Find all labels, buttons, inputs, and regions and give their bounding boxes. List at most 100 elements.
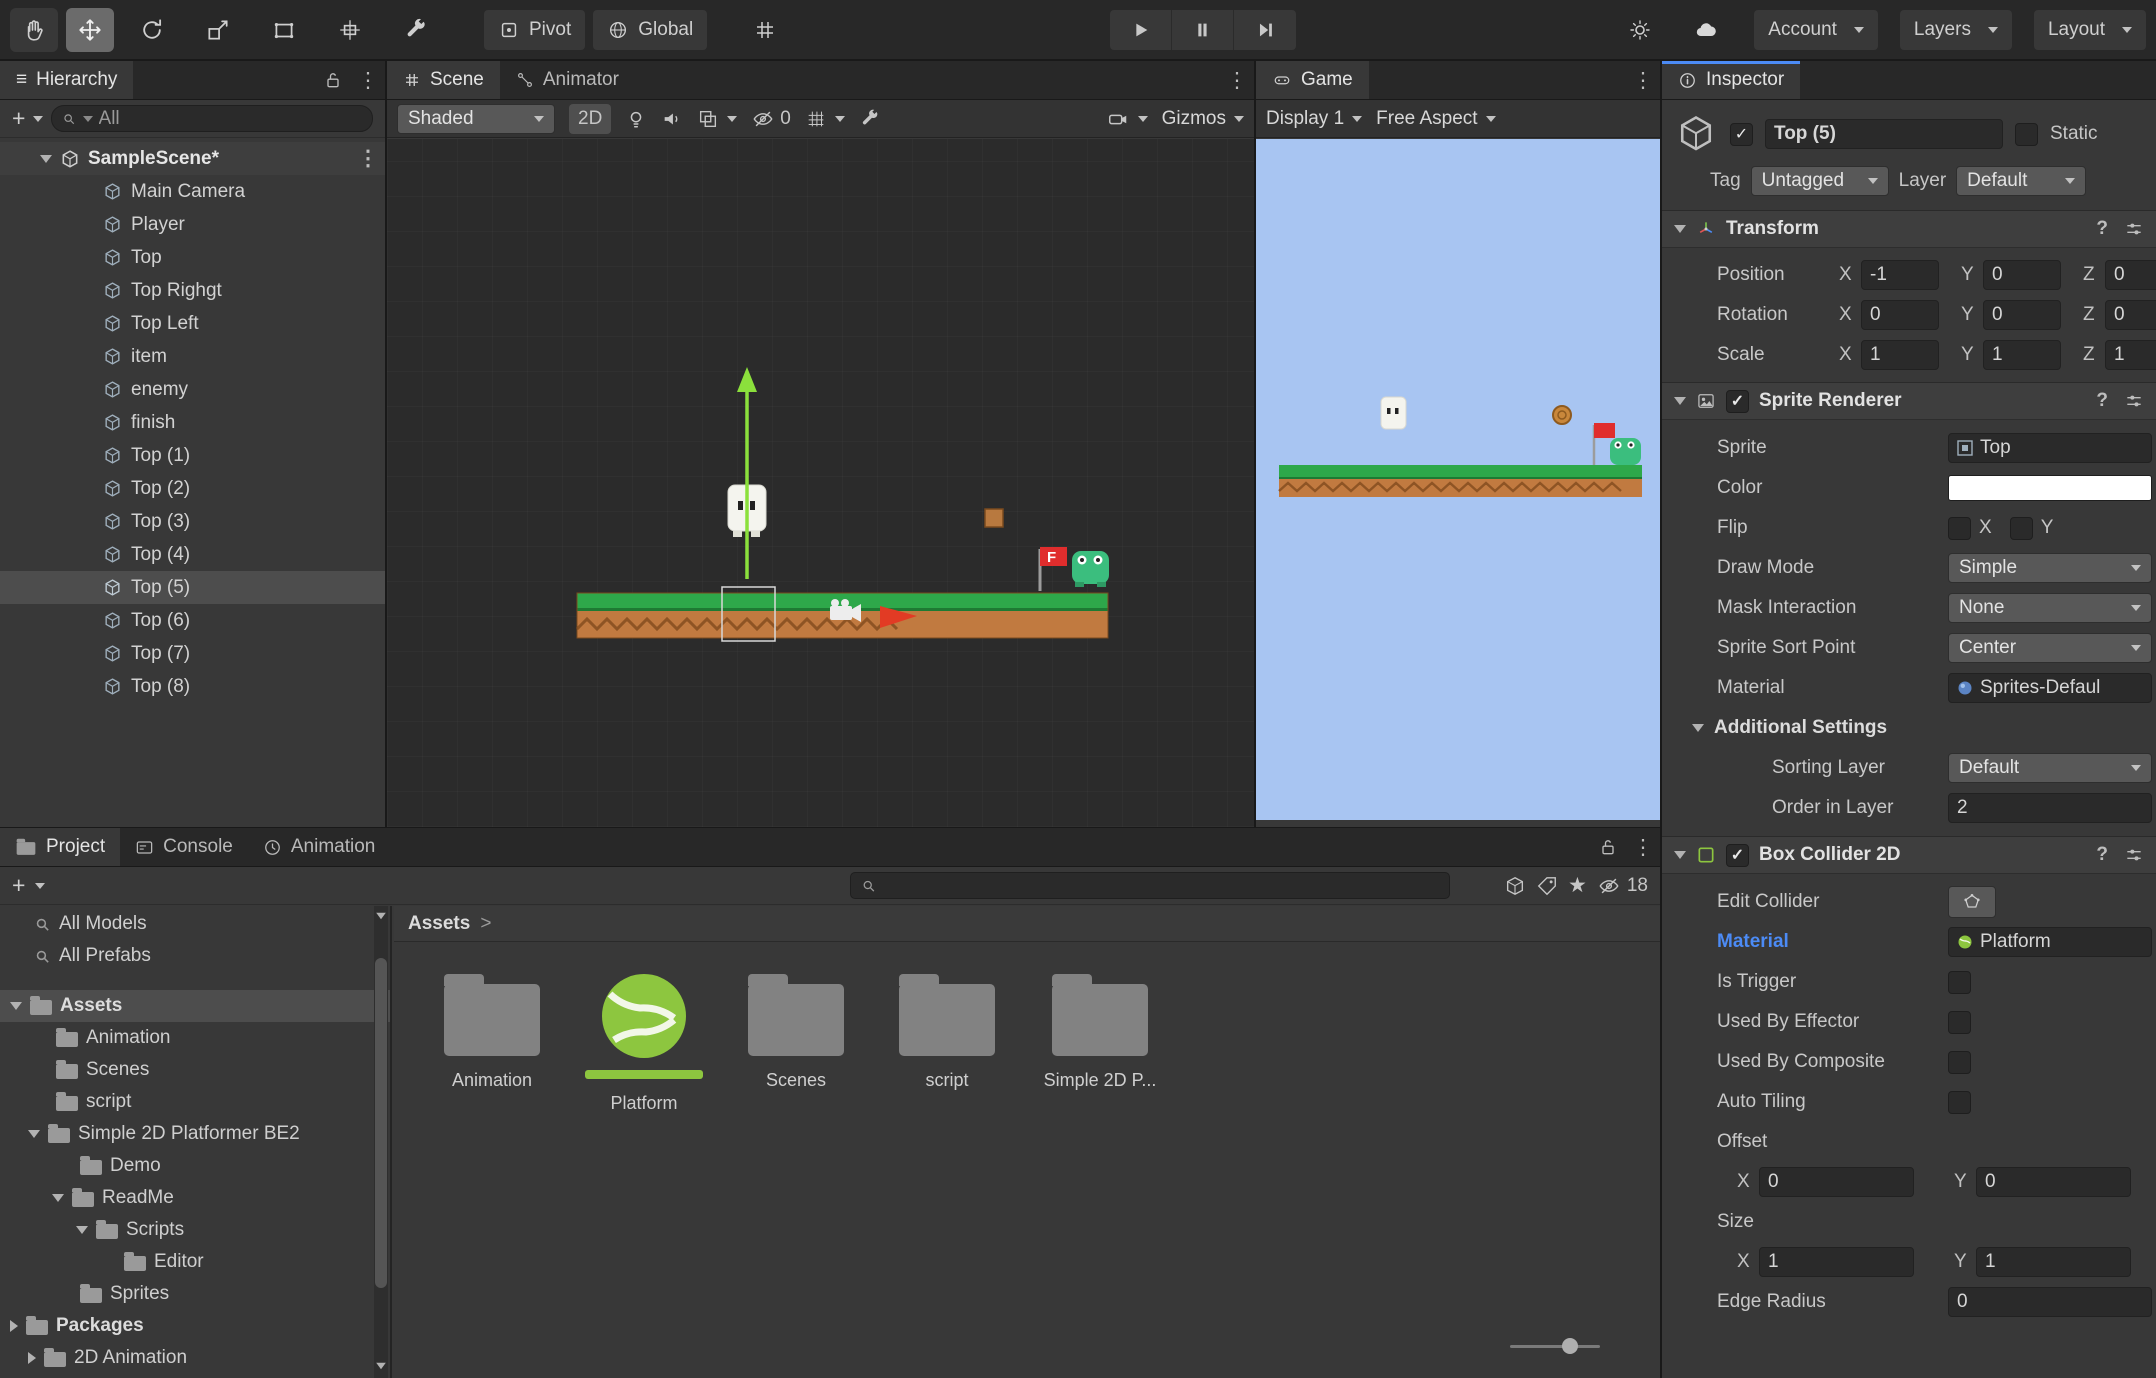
tab-animator[interactable]: Animator <box>500 61 635 99</box>
used-by-effector-checkbox[interactable] <box>1948 1011 1971 1034</box>
hierarchy-item[interactable]: Top (4) <box>0 538 385 571</box>
collider-material-object-field[interactable]: Platform <box>1948 927 2152 957</box>
tab-console[interactable]: Console <box>120 828 248 866</box>
asset-store-filter-button[interactable] <box>1504 875 1526 897</box>
size-x-field[interactable] <box>1759 1247 1914 1277</box>
edge-radius-field[interactable] <box>1948 1287 2152 1317</box>
hierarchy-search[interactable] <box>51 105 373 132</box>
scene-audio-toggle[interactable] <box>661 108 683 130</box>
foldout-icon[interactable] <box>1692 724 1704 732</box>
project-lock-button[interactable] <box>1590 828 1626 866</box>
tree-item-animation[interactable]: Animation <box>0 1022 390 1054</box>
project-create-button[interactable]: + <box>12 872 25 899</box>
account-dropdown[interactable]: Account <box>1754 10 1878 50</box>
game-viewport[interactable] <box>1256 139 1661 820</box>
transform-tool-button[interactable] <box>326 8 374 52</box>
box-collider-enabled-checkbox[interactable] <box>1726 844 1749 867</box>
tree-item-all-prefabs[interactable]: All Prefabs <box>0 940 390 972</box>
hierarchy-item[interactable]: enemy <box>0 373 385 406</box>
tree-item-packages[interactable]: Packages <box>0 1310 390 1342</box>
rotation-y-field[interactable] <box>1983 300 2061 330</box>
position-x-field[interactable] <box>1861 260 1939 290</box>
hierarchy-item[interactable]: Main Camera <box>0 175 385 208</box>
hierarchy-item[interactable]: Top (1) <box>0 439 385 472</box>
sprite-renderer-header[interactable]: Sprite Renderer ? <box>1662 382 2156 420</box>
order-in-layer-field[interactable] <box>1948 793 2152 823</box>
tree-item-sprites[interactable]: Sprites <box>0 1278 390 1310</box>
scene-header-row[interactable]: SampleScene* ⋮ <box>0 142 385 175</box>
presets-icon[interactable] <box>2124 219 2144 239</box>
rotation-x-field[interactable] <box>1861 300 1939 330</box>
scene-effects-dropdown[interactable] <box>697 108 737 130</box>
scene-menu-button[interactable]: ⋮ <box>351 146 385 171</box>
hierarchy-search-input[interactable] <box>99 108 362 130</box>
foldout-icon[interactable] <box>1674 397 1686 405</box>
foldout-icon[interactable] <box>76 1226 88 1234</box>
tree-item-all-models[interactable]: All Models <box>0 908 390 940</box>
scene-visibility-toggle[interactable]: 0 <box>751 108 791 130</box>
project-search[interactable] <box>850 872 1450 899</box>
gizmos-dropdown[interactable]: Gizmos <box>1162 108 1244 130</box>
global-toggle-button[interactable]: Global <box>593 10 707 50</box>
hierarchy-item[interactable]: Top (8) <box>0 670 385 703</box>
tree-item-demo[interactable]: Demo <box>0 1150 390 1182</box>
scale-y-field[interactable] <box>1983 340 2061 370</box>
tree-item-simple-2d-platformer[interactable]: Simple 2D Platformer BE2 <box>0 1118 390 1150</box>
hand-tool-button[interactable] <box>10 8 58 52</box>
tab-scene[interactable]: Scene <box>387 61 500 99</box>
sr-material-object-field[interactable]: Sprites-Defaul <box>1948 673 2152 703</box>
hierarchy-item[interactable]: Player <box>0 208 385 241</box>
help-icon[interactable]: ? <box>2096 844 2108 866</box>
size-y-field[interactable] <box>1976 1247 2131 1277</box>
tree-item-2d-animation[interactable]: 2D Animation <box>0 1342 390 1374</box>
display-dropdown[interactable]: Display 1 <box>1266 108 1362 130</box>
scale-x-field[interactable] <box>1861 340 1939 370</box>
visible-count-toggle[interactable]: 18 <box>1597 875 1648 897</box>
tab-inspector[interactable]: Inspector <box>1662 61 1800 99</box>
draw-mode-dropdown[interactable]: Simple <box>1948 553 2152 583</box>
tab-project[interactable]: Project <box>0 828 120 866</box>
hierarchy-item[interactable]: Top (6) <box>0 604 385 637</box>
label-filter-button[interactable] <box>1536 875 1558 897</box>
transform-header[interactable]: Transform ? <box>1662 210 2156 248</box>
tree-item-scripts[interactable]: Scripts <box>0 1214 390 1246</box>
rotate-tool-button[interactable] <box>128 8 176 52</box>
aspect-dropdown[interactable]: Free Aspect <box>1376 108 1495 130</box>
help-icon[interactable]: ? <box>2096 218 2108 240</box>
scene-viewport[interactable]: F <box>387 139 1254 827</box>
sprite-object-field[interactable]: Top <box>1948 433 2152 463</box>
flip-x-checkbox[interactable] <box>1948 517 1971 540</box>
scale-z-field[interactable] <box>2105 340 2156 370</box>
lock-button[interactable] <box>315 61 351 99</box>
hierarchy-item[interactable]: Top (2) <box>0 472 385 505</box>
hierarchy-item[interactable]: Top (3) <box>0 505 385 538</box>
favorites-button[interactable]: ★ <box>1568 873 1587 898</box>
tree-item-assets[interactable]: Assets <box>0 990 390 1022</box>
object-name-field[interactable] <box>1765 119 2003 149</box>
auto-tiling-checkbox[interactable] <box>1948 1091 1971 1114</box>
play-button[interactable] <box>1110 10 1172 50</box>
project-menu-button[interactable]: ⋮ <box>1626 828 1660 866</box>
is-trigger-checkbox[interactable] <box>1948 971 1971 994</box>
hierarchy-item-selected[interactable]: Top (5) <box>0 571 385 604</box>
flip-y-checkbox[interactable] <box>2010 517 2033 540</box>
scene-lighting-toggle[interactable] <box>625 108 647 130</box>
hierarchy-item[interactable]: item <box>0 340 385 373</box>
tab-animation[interactable]: Animation <box>248 828 391 866</box>
tree-item-readme[interactable]: ReadMe <box>0 1182 390 1214</box>
slider-knob[interactable] <box>1562 1338 1578 1354</box>
custom-tool-button[interactable] <box>392 8 440 52</box>
position-y-field[interactable] <box>1983 260 2061 290</box>
layout-dropdown[interactable]: Layout <box>2034 10 2146 50</box>
foldout-icon[interactable] <box>40 155 52 163</box>
chevron-down-icon[interactable] <box>35 883 45 889</box>
foldout-icon[interactable] <box>1674 851 1686 859</box>
asset-item-scenes[interactable]: Scenes <box>721 978 871 1091</box>
step-button[interactable] <box>1234 10 1296 50</box>
static-checkbox[interactable] <box>2015 123 2038 146</box>
asset-item-script[interactable]: script <box>872 978 1022 1091</box>
pause-button[interactable] <box>1172 10 1234 50</box>
hierarchy-item[interactable]: Top Righgt <box>0 274 385 307</box>
mask-interaction-dropdown[interactable]: None <box>1948 593 2152 623</box>
2d-mode-toggle[interactable]: 2D <box>569 104 611 134</box>
